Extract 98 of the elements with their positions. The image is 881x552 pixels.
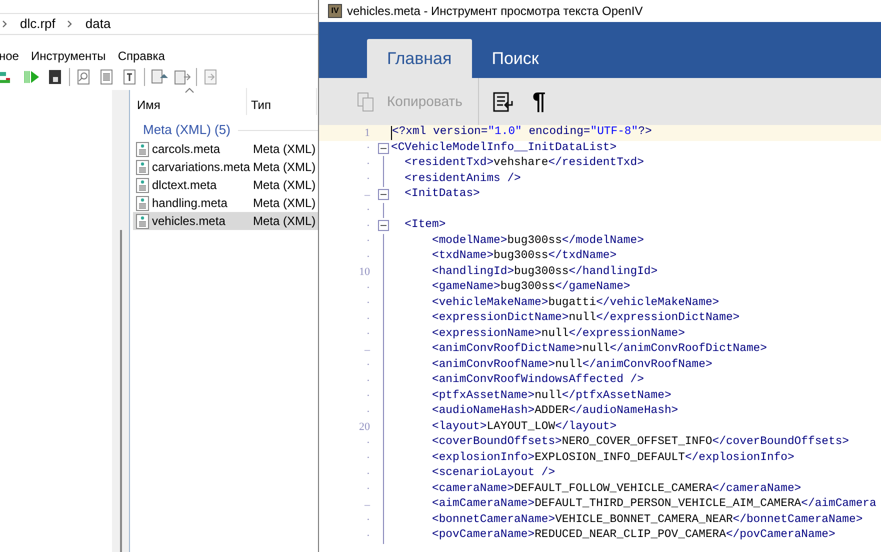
line-number: · bbox=[365, 312, 371, 327]
line-number: · bbox=[365, 172, 371, 188]
code-line: <animConvRoofName>null</animConvRoofName> bbox=[431, 358, 712, 373]
code-line: <txdName>bug300ss</txdName> bbox=[431, 249, 617, 264]
xml-file-icon bbox=[136, 196, 149, 210]
code-line: <audioNameHash>ADDER</audioNameHash> bbox=[431, 404, 678, 420]
code-line: <expressionName>null</expressionName> bbox=[431, 326, 685, 342]
collapse-icon[interactable] bbox=[378, 189, 388, 200]
code-line: <CVehicleModelInfo__InitDataList> bbox=[391, 140, 617, 156]
line-number: · bbox=[365, 250, 371, 265]
file-type: Meta (XML) bbox=[253, 159, 316, 176]
file-name: carvariations.meta bbox=[152, 159, 250, 176]
code-line: <residentAnims /> bbox=[404, 172, 521, 187]
code-line: <gameName>bug300ss</gameName> bbox=[431, 280, 630, 296]
ribbon-tab[interactable]: Поиск bbox=[472, 39, 559, 78]
line-number: · bbox=[365, 218, 371, 234]
xml-file-icon bbox=[136, 142, 149, 156]
code-line: <expressionDictName>null</expressionDictName> bbox=[431, 311, 740, 326]
copy-icon bbox=[357, 92, 375, 112]
line-number: – bbox=[364, 188, 371, 203]
line-number: · bbox=[365, 327, 371, 342]
file-name: carcols.meta bbox=[152, 141, 222, 158]
file-type: Meta (XML) bbox=[253, 195, 316, 212]
code-line: <modelName>bug300ss</modelName> bbox=[431, 234, 644, 249]
import-icon[interactable] bbox=[150, 68, 168, 86]
app-icon: IV bbox=[328, 4, 342, 18]
menu-item[interactable]: ное bbox=[0, 47, 19, 65]
menu-item[interactable]: Инструменты bbox=[30, 47, 106, 65]
line-number: · bbox=[365, 451, 371, 466]
menu-item[interactable]: Справка bbox=[118, 47, 165, 65]
code-line: <animConvRoofWindowsAffected /> bbox=[431, 373, 644, 388]
file-type: Meta (XML) bbox=[253, 141, 316, 158]
code-line: <handlingId>bug300ss</handlingId> bbox=[431, 264, 658, 280]
file-name: handling.meta bbox=[152, 195, 228, 212]
export-icon[interactable] bbox=[173, 68, 191, 86]
file-row[interactable]: vehicles.meta Meta (XML) bbox=[133, 212, 318, 230]
code-line: <bonnetCameraName>VEHICLE_BONNET_CAMERA_NEAR</bonnetCameraName> bbox=[431, 512, 863, 528]
line-number: · bbox=[365, 436, 371, 451]
line-number: · bbox=[365, 358, 371, 374]
line-number: – bbox=[364, 342, 371, 358]
file-row[interactable]: dlctext.meta Meta (XML) bbox=[133, 176, 318, 194]
line-number: · bbox=[365, 234, 371, 250]
breadcrumb-item[interactable]: dlc.rpf bbox=[20, 14, 56, 34]
code-line: <animConvRoofDictName>null</animConvRoofDictName> bbox=[431, 342, 767, 358]
xml-file-icon bbox=[136, 160, 149, 174]
formatting-marks-button[interactable]: ¶ bbox=[532, 84, 546, 120]
column-header[interactable]: Тип bbox=[247, 88, 317, 115]
line-number: · bbox=[365, 466, 371, 482]
code-line: <ptfxAssetName>null</ptfxAssetName> bbox=[431, 388, 672, 404]
group-header: Meta (XML) (5) bbox=[143, 121, 230, 140]
line-number: · bbox=[365, 141, 371, 156]
line-number: · bbox=[365, 389, 371, 404]
code-line: <aimCameraName>DEFAULT_THIRD_PERSON_VEHICLE_AIM_CAMERA</aimCamera bbox=[431, 497, 876, 512]
line-number: · bbox=[365, 280, 371, 296]
play-icon[interactable] bbox=[23, 68, 41, 86]
code-line: <cameraName>DEFAULT_FOLLOW_VEHICLE_CAMERA</cameraName> bbox=[431, 482, 802, 497]
chevron-icon bbox=[2, 20, 8, 28]
code-line: <vehicleMakeName>bugatti</vehicleMakeName> bbox=[431, 296, 720, 311]
line-number: · bbox=[365, 203, 371, 218]
file-type: Meta (XML) bbox=[253, 213, 316, 230]
code-line: <?xml version="1.0" encoding="UTF-8"?> bbox=[392, 125, 652, 140]
line-number: · bbox=[365, 296, 371, 312]
save-icon[interactable] bbox=[46, 68, 64, 86]
collapse-icon[interactable] bbox=[378, 220, 388, 232]
code-line: <residentTxd>vehshare</residentTxd> bbox=[404, 156, 644, 172]
file-name: dlctext.meta bbox=[152, 177, 218, 194]
code-line: <InitDatas> bbox=[404, 187, 480, 202]
file-type: Meta (XML) bbox=[253, 177, 316, 194]
file-row[interactable]: carcols.meta Meta (XML) bbox=[133, 140, 318, 158]
breadcrumb-item[interactable]: data bbox=[85, 14, 111, 34]
code-line: <explosionInfo>EXPLOSION_INFO_DEFAULT</explosionInfo> bbox=[431, 450, 794, 466]
chevron-icon bbox=[67, 20, 74, 28]
line-number: · bbox=[365, 482, 371, 498]
code-line: <povCameraName>REDUCED_NEAR_CLIP_POV_CAMERA</povCameraName> bbox=[431, 528, 836, 544]
line-number: – bbox=[364, 498, 371, 513]
code-line: <layout>LAYOUT_LOW</layout> bbox=[431, 420, 617, 435]
xml-file-icon bbox=[136, 214, 149, 228]
file-row[interactable]: handling.meta Meta (XML) bbox=[133, 194, 318, 212]
line-number: · bbox=[365, 528, 371, 544]
line-number: · bbox=[365, 374, 371, 389]
line-number: · bbox=[365, 513, 371, 528]
window-title: vehicles.meta - Инструмент просмотра текста OpenIV bbox=[347, 3, 643, 20]
file-row[interactable]: carvariations.meta Meta (XML) bbox=[133, 158, 318, 176]
file-name: vehicles.meta bbox=[152, 213, 226, 230]
line-number: · bbox=[365, 156, 371, 172]
code-line: <scenarioLayout /> bbox=[431, 466, 556, 482]
ribbon-tab[interactable]: Главная bbox=[367, 39, 472, 78]
column-header[interactable]: Имя bbox=[133, 88, 247, 115]
line-number: · bbox=[365, 404, 371, 420]
code-line: <Item> bbox=[404, 218, 446, 234]
xml-file-icon bbox=[136, 178, 149, 192]
word-wrap-icon[interactable] bbox=[492, 90, 514, 112]
code-line: <coverBoundOffsets>NERO_COVER_OFFSET_INFO</coverBoundOffsets> bbox=[431, 435, 849, 450]
line-number: 20 bbox=[358, 420, 371, 436]
collapse-icon[interactable] bbox=[378, 142, 388, 154]
line-number: 10 bbox=[358, 265, 371, 280]
line-number: 1 bbox=[364, 126, 371, 141]
scrollbar[interactable] bbox=[112, 90, 129, 552]
